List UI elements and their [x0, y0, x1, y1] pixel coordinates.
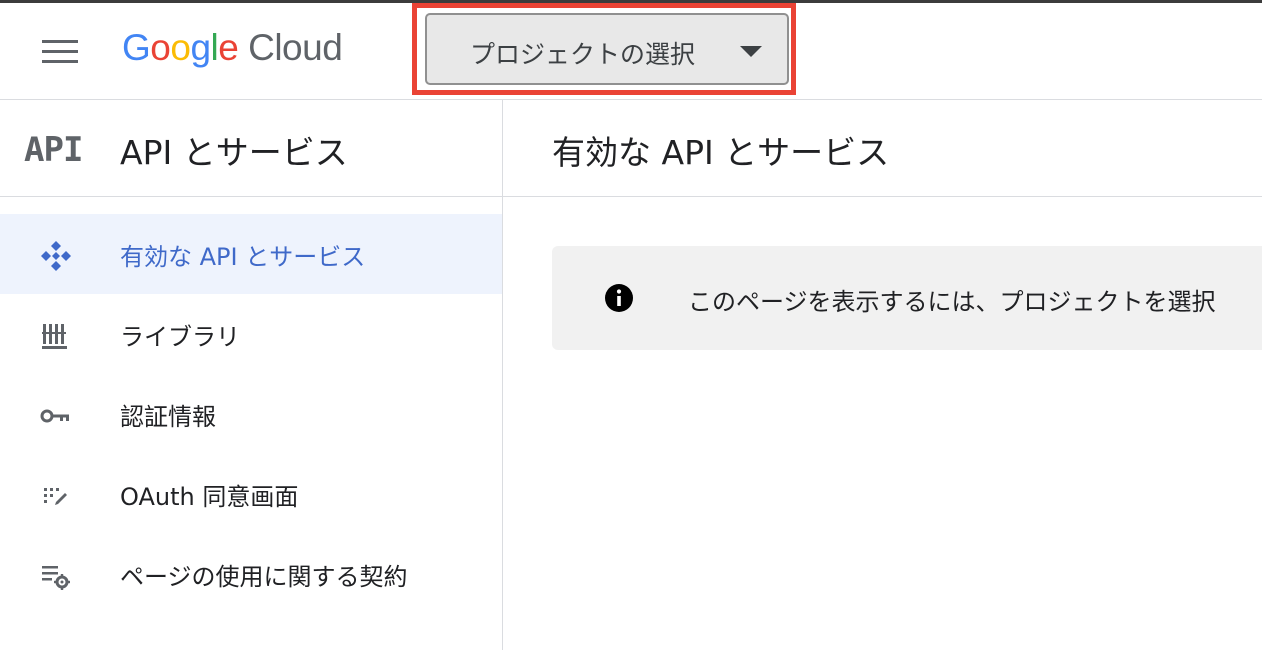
sidebar-item-label: ライブラリ: [120, 323, 240, 351]
sidebar-header: API API とサービス: [0, 100, 502, 197]
api-logo-icon: API: [24, 130, 83, 170]
page-title: 有効な API とサービス: [552, 133, 890, 172]
sidebar-item-label: OAuth 同意画面: [120, 483, 299, 511]
main-menu-icon[interactable]: [42, 40, 78, 64]
project-picker-button[interactable]: プロジェクトの選択: [425, 13, 789, 85]
api-services-icon: [41, 241, 71, 271]
project-picker-label: プロジェクトの選択: [470, 40, 696, 69]
library-icon: [42, 324, 67, 349]
sidebar-item-oauth-consent[interactable]: OAuth 同意画面: [0, 454, 502, 534]
select-project-banner: このページを表示するには、プロジェクトを選択: [552, 246, 1262, 350]
sidebar: API API とサービス 有効な API とサービス ライブラリ 認証情報 O…: [0, 100, 503, 650]
sidebar-item-library[interactable]: ライブラリ: [0, 294, 502, 374]
sidebar-item-page-usage-agreements[interactable]: ページの使用に関する契約: [0, 534, 502, 614]
sidebar-item-credentials[interactable]: 認証情報: [0, 374, 502, 454]
banner-message: このページを表示するには、プロジェクトを選択: [688, 288, 1216, 316]
caret-down-icon: [740, 46, 762, 57]
google-cloud-logo[interactable]: Google Cloud: [122, 27, 343, 77]
sidebar-item-label: 有効な API とサービス: [120, 243, 366, 271]
sidebar-title: API とサービス: [120, 133, 348, 172]
title-divider: [503, 196, 1262, 197]
sidebar-item-enabled-apis[interactable]: 有効な API とサービス: [0, 214, 502, 294]
page-usage-settings-icon: [42, 566, 70, 590]
sidebar-item-label: ページの使用に関する契約: [120, 563, 408, 591]
key-icon: [40, 409, 69, 423]
sidebar-item-label: 認証情報: [120, 403, 216, 431]
oauth-consent-icon: [44, 488, 67, 505]
info-icon: [605, 284, 633, 312]
